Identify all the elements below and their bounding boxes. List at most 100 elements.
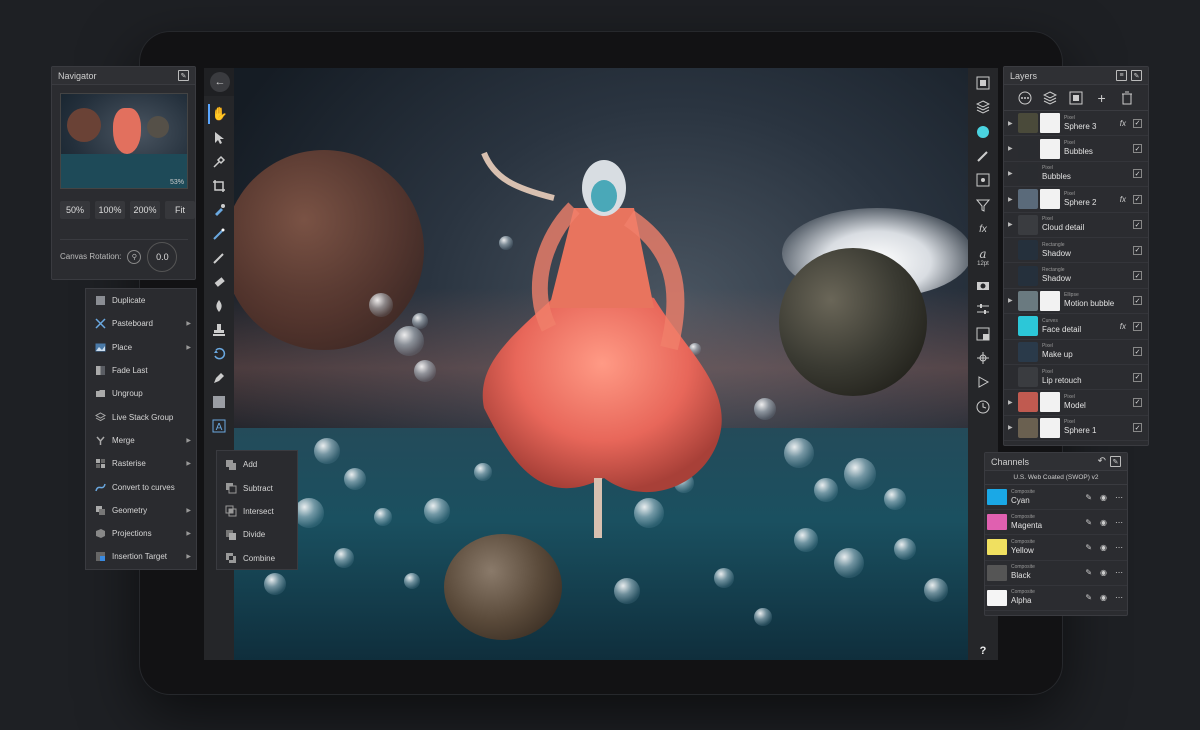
disclosure-arrow-icon[interactable]: ▶: [1008, 297, 1016, 304]
history-studio-button[interactable]: [972, 276, 994, 294]
channel-row[interactable]: Composite Black ✎ ◉ ⋯: [985, 561, 1127, 586]
channel-row[interactable]: Composite Alpha ✎ ◉ ⋯: [985, 586, 1127, 611]
visibility-checkbox[interactable]: ✓: [1133, 296, 1142, 306]
menu-item-pasteboard[interactable]: Pasteboard ▶: [86, 312, 196, 335]
visibility-checkbox[interactable]: ✓: [1133, 397, 1142, 407]
submenu-item-subtract[interactable]: Subtract: [217, 476, 297, 499]
zoom-50-button[interactable]: 50%: [60, 201, 90, 219]
color-picker-tool[interactable]: [208, 152, 230, 172]
back-button[interactable]: ←: [210, 72, 230, 92]
reset-icon[interactable]: ↶: [1098, 456, 1106, 467]
layer-row[interactable]: ▶ Pixel Bubbles ✓: [1004, 162, 1148, 188]
channel-row[interactable]: Composite Yellow ✎ ◉ ⋯: [985, 535, 1127, 561]
pencil-icon[interactable]: ✎: [1085, 568, 1092, 577]
eye-icon[interactable]: ◉: [1100, 493, 1107, 502]
ellipsis-icon[interactable]: ⋯: [1115, 493, 1123, 502]
rotation-knob[interactable]: 0.0: [147, 241, 178, 272]
eye-icon[interactable]: ◉: [1100, 568, 1107, 577]
eye-icon[interactable]: ◉: [1100, 543, 1107, 552]
layer-row[interactable]: ▶ Pixel Cloud detail ✓: [1004, 213, 1148, 238]
layer-row[interactable]: Pixel Lip retouch ✓: [1004, 365, 1148, 391]
menu-item-insertion-target[interactable]: Insertion Target ▶: [86, 545, 196, 568]
visibility-checkbox[interactable]: ✓: [1133, 245, 1142, 255]
menu-item-rasterise[interactable]: Rasterise ▶: [86, 452, 196, 475]
fx-icon[interactable]: fx: [1120, 322, 1126, 331]
paint-brush-tool[interactable]: [208, 248, 230, 268]
transform-studio-button[interactable]: [972, 300, 994, 318]
color-studio-button[interactable]: [972, 123, 994, 141]
layer-row[interactable]: ▶ Ellipse Motion bubble ✓: [1004, 289, 1148, 315]
channel-row[interactable]: Composite Magenta ✎ ◉ ⋯: [985, 510, 1127, 536]
visibility-checkbox[interactable]: ✓: [1133, 169, 1142, 179]
disclosure-arrow-icon[interactable]: ▶: [1008, 424, 1016, 431]
disclosure-arrow-icon[interactable]: ▶: [1008, 221, 1016, 228]
layer-row[interactable]: ▶ Pixel Sphere 1 ✓: [1004, 416, 1148, 442]
layer-row[interactable]: ▶ Pixel Sphere 2 fx ✓: [1004, 187, 1148, 213]
ellipsis-icon[interactable]: ⋯: [1115, 593, 1123, 602]
add-layer-button[interactable]: +: [1094, 90, 1110, 106]
menu-item-merge[interactable]: Merge ▶: [86, 429, 196, 452]
rotation-lock-icon[interactable]: ⚲: [127, 249, 142, 264]
submenu-item-combine[interactable]: Combine: [217, 547, 297, 570]
visibility-checkbox[interactable]: ✓: [1133, 118, 1142, 128]
disclosure-arrow-icon[interactable]: ▶: [1008, 196, 1016, 203]
help-button[interactable]: ?: [972, 642, 994, 660]
submenu-item-intersect[interactable]: Intersect: [217, 500, 297, 523]
history-button[interactable]: [972, 397, 994, 415]
pin-icon[interactable]: ✎: [1110, 456, 1121, 467]
channels-studio-button[interactable]: [972, 324, 994, 342]
brushes-studio-button[interactable]: [972, 147, 994, 165]
submenu-item-divide[interactable]: Divide: [217, 523, 297, 546]
delete-layer-button[interactable]: [1119, 90, 1135, 106]
undo-brush-tool[interactable]: [208, 344, 230, 364]
menu-item-fade-last[interactable]: Fade Last: [86, 359, 196, 382]
pin-icon[interactable]: ✎: [178, 70, 189, 81]
view-tool[interactable]: ✋: [208, 104, 230, 124]
visibility-checkbox[interactable]: ✓: [1133, 271, 1142, 281]
rectangle-tool[interactable]: [208, 392, 230, 412]
visibility-checkbox[interactable]: ✓: [1133, 423, 1142, 433]
menu-item-convert-to-curves[interactable]: Convert to curves: [86, 475, 196, 498]
erase-brush-tool[interactable]: [208, 272, 230, 292]
crop-tool[interactable]: [208, 176, 230, 196]
pencil-icon[interactable]: ✎: [1085, 518, 1092, 527]
layer-row[interactable]: Rectangle Shadow ✓: [1004, 263, 1148, 289]
ellipsis-icon[interactable]: ⋯: [1115, 568, 1123, 577]
menu-item-ungroup[interactable]: Ungroup: [86, 382, 196, 405]
channel-row[interactable]: Composite Cyan ✎ ◉ ⋯: [985, 485, 1127, 511]
macro-button[interactable]: [972, 373, 994, 391]
pencil-icon[interactable]: ✎: [1085, 543, 1092, 552]
visibility-checkbox[interactable]: ✓: [1133, 144, 1142, 154]
menu-item-place[interactable]: Place ▶: [86, 336, 196, 359]
disclosure-arrow-icon[interactable]: ▶: [1008, 120, 1016, 127]
fx-icon[interactable]: fx: [1120, 119, 1126, 128]
eye-icon[interactable]: ◉: [1100, 518, 1107, 527]
navigator-preview[interactable]: 53%: [60, 93, 188, 189]
layer-row[interactable]: Pixel Make up ✓: [1004, 340, 1148, 365]
pencil-icon[interactable]: ✎: [1085, 593, 1092, 602]
dodge-tool[interactable]: [208, 296, 230, 316]
pen-tool[interactable]: [208, 368, 230, 388]
layer-row[interactable]: ▶ Pixel Sphere 3 fx ✓: [1004, 111, 1148, 137]
selection-brush-tool[interactable]: [208, 200, 230, 220]
assets-studio-button[interactable]: [972, 171, 994, 189]
pencil-icon[interactable]: ✎: [1085, 493, 1092, 502]
disclosure-arrow-icon[interactable]: ▶: [1008, 170, 1016, 177]
snapping-button[interactable]: [972, 349, 994, 367]
layer-row[interactable]: ▶ Pixel Model ✓: [1004, 390, 1148, 416]
visibility-checkbox[interactable]: ✓: [1133, 220, 1142, 230]
pin-icon[interactable]: ✎: [1131, 70, 1142, 81]
layer-row[interactable]: Rectangle Shadow ✓: [1004, 238, 1148, 264]
visibility-checkbox[interactable]: ✓: [1133, 347, 1142, 357]
flood-select-tool[interactable]: [208, 224, 230, 244]
navigator-studio-button[interactable]: [972, 74, 994, 92]
zoom-100-button[interactable]: 100%: [95, 201, 125, 219]
zoom-200-button[interactable]: 200%: [130, 201, 160, 219]
effects-studio-button[interactable]: fx: [972, 220, 994, 238]
eye-icon[interactable]: ◉: [1100, 593, 1107, 602]
disclosure-arrow-icon[interactable]: ▶: [1008, 145, 1016, 152]
menu-item-live-stack-group[interactable]: Live Stack Group: [86, 405, 196, 428]
add-pixel-layer-button[interactable]: [1042, 90, 1058, 106]
layer-row[interactable]: Curves Face detail fx ✓: [1004, 314, 1148, 340]
submenu-item-add[interactable]: Add: [217, 453, 297, 476]
